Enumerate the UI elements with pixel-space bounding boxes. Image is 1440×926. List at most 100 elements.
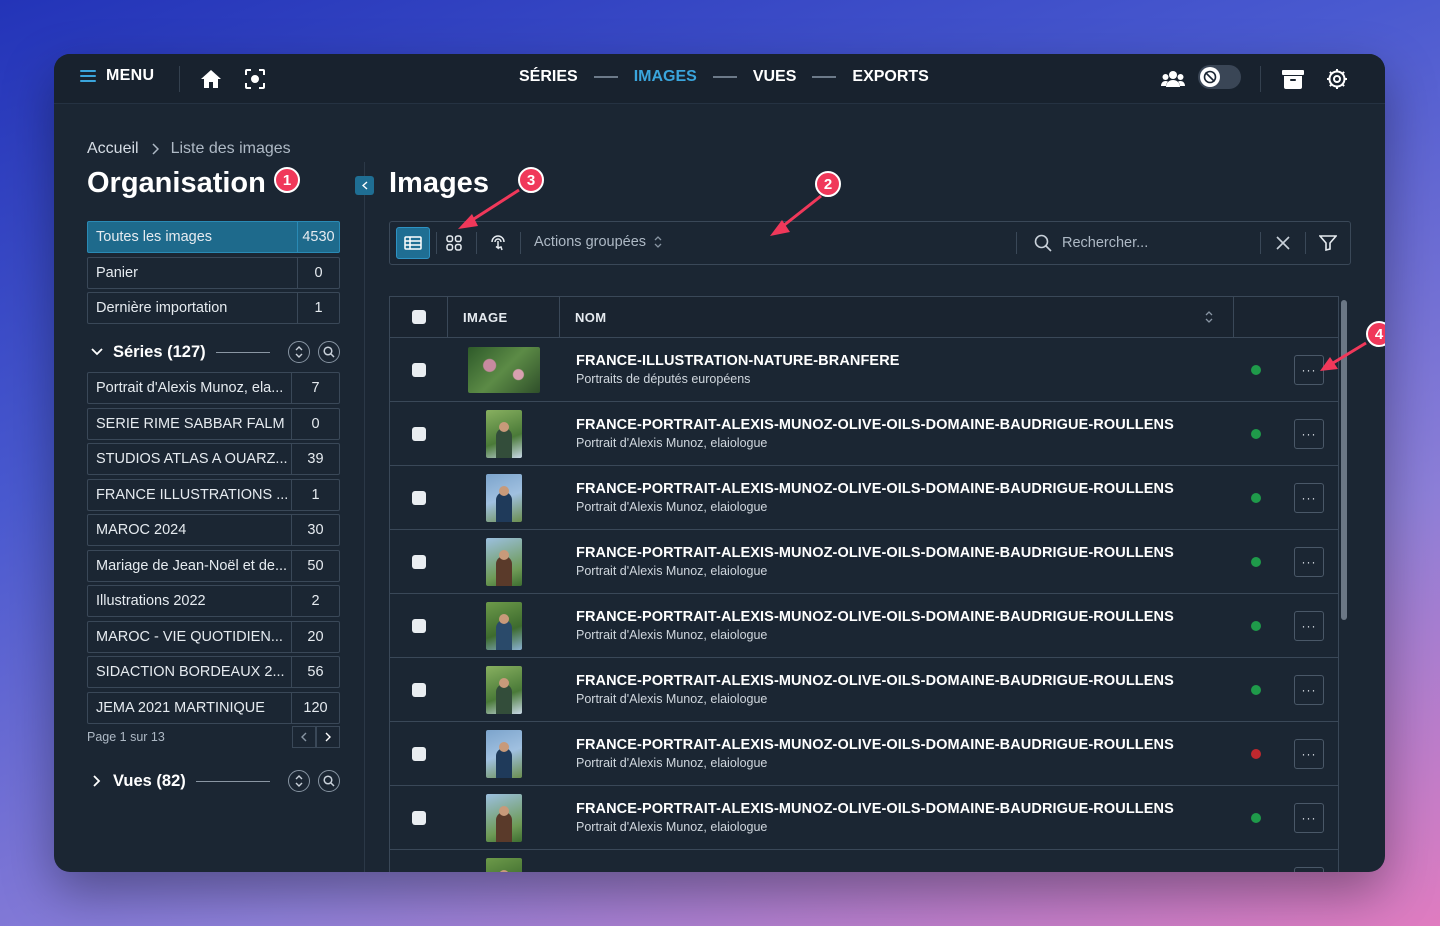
row-more-button[interactable]: ···: [1294, 675, 1324, 705]
row-more-button[interactable]: ···: [1294, 483, 1324, 513]
image-thumbnail[interactable]: [486, 665, 522, 714]
series-item[interactable]: Mariage de Jean-Noël et de... 50: [87, 549, 340, 582]
row-checkbox[interactable]: [412, 426, 426, 441]
tab-exports[interactable]: EXPORTS: [852, 68, 928, 86]
image-thumbnail[interactable]: [486, 409, 522, 458]
image-title[interactable]: FRANCE-PORTRAIT-ALEXIS-MUNOZ-OLIVE-OILS-…: [576, 417, 1338, 433]
image-title[interactable]: FRANCE-PORTRAIT-ALEXIS-MUNOZ-OLIVE-OILS-…: [576, 737, 1338, 753]
chevron-right-icon[interactable]: [87, 775, 107, 787]
series-item[interactable]: STUDIOS ATLAS A OUARZ... 39: [87, 443, 340, 475]
table-header: IMAGE NOM: [390, 297, 1338, 338]
image-title[interactable]: FRANCE-PORTRAIT-ALEXIS-MUNOZ-OLIVE-OILS-…: [576, 481, 1338, 497]
row-more-button[interactable]: ···: [1294, 419, 1324, 449]
series-item[interactable]: Portrait d'Alexis Munoz, ela... 7: [87, 372, 340, 404]
image-thumbnail[interactable]: [486, 857, 522, 872]
image-thumbnail[interactable]: [468, 346, 540, 393]
breadcrumb: Accueil Liste des images: [87, 140, 291, 158]
image-thumbnail[interactable]: [486, 537, 522, 586]
clear-search-button[interactable]: [1266, 227, 1300, 259]
image-title[interactable]: FRANCE-ILLUSTRATION-NATURE-BRANFERE: [576, 353, 1338, 369]
table-scrollbar[interactable]: [1341, 298, 1347, 872]
settings-icon[interactable]: [1324, 66, 1350, 92]
series-item[interactable]: JEMA 2021 MARTINIQUE 120: [87, 691, 340, 724]
chevron-down-icon[interactable]: [87, 348, 107, 356]
row-more-button[interactable]: ···: [1294, 803, 1324, 833]
row-checkbox[interactable]: [412, 618, 426, 633]
tab-vues[interactable]: VUES: [753, 68, 797, 86]
breadcrumb-home[interactable]: Accueil: [87, 140, 139, 158]
images-toolbar: Actions groupées: [389, 221, 1351, 265]
table-row[interactable]: FRANCE-PORTRAIT-ALEXIS-MUNOZ-OLIVE-OILS-…: [390, 466, 1338, 530]
home-icon[interactable]: [198, 66, 224, 92]
table-row[interactable]: FRANCE-ILLUSTRATION-NATURE-BRANFERE Port…: [390, 338, 1338, 402]
list-view-button[interactable]: [396, 227, 430, 259]
archive-icon[interactable]: [1280, 66, 1306, 92]
row-more-button[interactable]: ···: [1294, 547, 1324, 577]
status-indicator: [1251, 557, 1261, 567]
collapse-panel-button[interactable]: [355, 176, 374, 195]
select-all-checkbox[interactable]: [411, 310, 426, 324]
row-checkbox[interactable]: [412, 490, 426, 505]
sort-button[interactable]: [288, 770, 310, 792]
collections-list: Toutes les images 4530 Panier 0 Dernière…: [87, 221, 340, 328]
grouped-actions-select[interactable]: Actions groupées: [534, 234, 662, 250]
table-row[interactable]: FRANCE-PORTRAIT-ALEXIS-MUNOZ-OLIVE-OILS-…: [390, 530, 1338, 594]
sort-button[interactable]: [288, 341, 310, 363]
menu-button[interactable]: MENU: [80, 67, 154, 85]
row-name-cell: FRANCE-PORTRAIT-ALEXIS-MUNOZ-OLIVE-OILS-…: [560, 609, 1338, 642]
collection-all-images[interactable]: Toutes les images 4530: [87, 221, 340, 253]
search-input[interactable]: [1062, 230, 1252, 256]
series-item[interactable]: SIDACTION BORDEAUX 2... 56: [87, 656, 340, 688]
tab-series[interactable]: SÉRIES: [519, 68, 578, 86]
series-item[interactable]: SERIE RIME SABBAR FALM 0: [87, 407, 340, 440]
table-row[interactable]: FRANCE-PORTRAIT-ALEXIS-MUNOZ-OLIVE-OILS-…: [390, 722, 1338, 786]
row-more-button[interactable]: ···: [1294, 867, 1324, 872]
series-item[interactable]: MAROC - VIE QUOTIDIEN... 20: [87, 620, 340, 653]
filter-button[interactable]: [1311, 227, 1345, 259]
prev-page-button[interactable]: [292, 726, 316, 748]
chevron-right-icon: [152, 143, 159, 155]
row-more-button[interactable]: ···: [1294, 739, 1324, 769]
column-name[interactable]: NOM: [560, 297, 1234, 337]
image-thumbnail[interactable]: [486, 601, 522, 650]
column-name-label: NOM: [575, 309, 607, 325]
series-item[interactable]: MAROC 2024 30: [87, 514, 340, 546]
row-checkbox[interactable]: [412, 362, 426, 377]
series-item[interactable]: Illustrations 2022 2: [87, 585, 340, 617]
series-count: 50: [291, 550, 339, 581]
visibility-toggle[interactable]: [1198, 65, 1241, 89]
series-search-button[interactable]: [318, 341, 340, 363]
table-row[interactable]: FRANCE-PORTRAIT-ALEXIS-MUNOZ-OLIVE-OILS-…: [390, 658, 1338, 722]
tab-images[interactable]: IMAGES: [634, 68, 697, 86]
row-checkbox[interactable]: [412, 682, 426, 697]
series-item[interactable]: FRANCE ILLUSTRATIONS ... 1: [87, 478, 340, 511]
panel-divider: [364, 162, 365, 872]
image-title[interactable]: FRANCE-PORTRAIT-ALEXIS-MUNOZ-OLIVE-OILS-…: [576, 609, 1338, 625]
image-series: Portrait d'Alexis Munoz, elaiologue: [576, 500, 768, 514]
image-thumbnail[interactable]: [486, 793, 522, 842]
table-row[interactable]: MOROCCO-PAINTING-KING-MOHAMMED-VI-TANGER…: [390, 850, 1338, 872]
sort-icon: [295, 346, 303, 358]
image-thumbnail[interactable]: [486, 473, 522, 522]
nav-divider: [712, 76, 737, 78]
table-row[interactable]: FRANCE-PORTRAIT-ALEXIS-MUNOZ-OLIVE-OILS-…: [390, 402, 1338, 466]
users-icon[interactable]: [1160, 66, 1186, 92]
series-label: JEMA 2021 MARTINIQUE: [96, 699, 265, 716]
row-image-cell: [448, 409, 560, 458]
image-title[interactable]: FRANCE-PORTRAIT-ALEXIS-MUNOZ-OLIVE-OILS-…: [576, 801, 1338, 817]
collection-last-import[interactable]: Dernière importation 1: [87, 292, 340, 324]
image-thumbnail[interactable]: [486, 729, 522, 778]
row-more-button[interactable]: ···: [1294, 611, 1324, 641]
focus-icon[interactable]: [242, 66, 268, 92]
table-row[interactable]: FRANCE-PORTRAIT-ALEXIS-MUNOZ-OLIVE-OILS-…: [390, 594, 1338, 658]
collection-basket[interactable]: Panier 0: [87, 256, 340, 289]
row-checkbox-cell: [390, 810, 448, 825]
image-title[interactable]: FRANCE-PORTRAIT-ALEXIS-MUNOZ-OLIVE-OILS-…: [576, 545, 1338, 561]
table-row[interactable]: FRANCE-PORTRAIT-ALEXIS-MUNOZ-OLIVE-OILS-…: [390, 786, 1338, 850]
image-title[interactable]: FRANCE-PORTRAIT-ALEXIS-MUNOZ-OLIVE-OILS-…: [576, 673, 1338, 689]
next-page-button[interactable]: [316, 726, 340, 748]
row-checkbox[interactable]: [412, 554, 426, 569]
views-search-button[interactable]: [318, 770, 340, 792]
row-checkbox[interactable]: [412, 810, 426, 825]
row-checkbox[interactable]: [412, 746, 426, 761]
